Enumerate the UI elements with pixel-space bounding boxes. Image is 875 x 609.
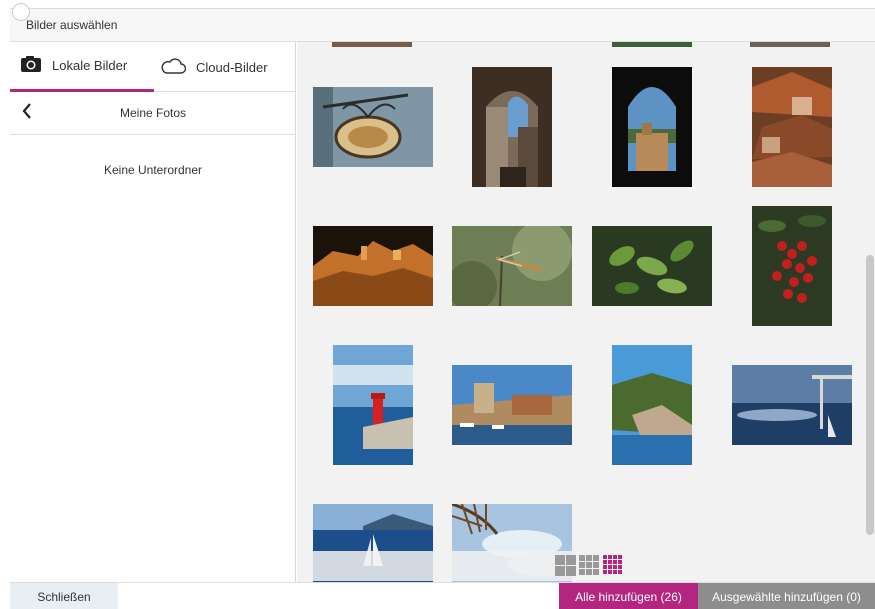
folder-title: Meine Fotos [119, 106, 187, 120]
dialog-footer: Schließen Alle hinzufügen (26) Ausgewähl… [10, 582, 875, 609]
add-all-button[interactable]: Alle hinzufügen (26) [559, 583, 698, 609]
empty-subfolders-message: Keine Unterordner [103, 163, 203, 177]
title-bar: Bilder auswählen [10, 3, 875, 42]
close-button[interactable]: Schließen [10, 583, 118, 609]
photo-thumbnail[interactable] [313, 226, 433, 306]
sidebar: Lokale Bilder Cloud-Bilder Meine Fotos K… [10, 42, 296, 582]
photo-thumbnail[interactable] [333, 345, 413, 465]
tab-local-label: Lokale Bilder [52, 58, 128, 73]
photo-thumbnail[interactable] [612, 345, 692, 465]
tab-local-images[interactable]: Lokale Bilder [10, 42, 154, 92]
photo-thumbnail[interactable] [452, 226, 572, 306]
small-grid-icon [603, 555, 624, 580]
gallery-scrollbar[interactable] [866, 255, 874, 535]
photo-thumbnail[interactable] [592, 226, 712, 306]
photo-thumbnail[interactable] [752, 67, 832, 187]
view-large-grid-button[interactable] [555, 555, 576, 576]
folder-navigation: Meine Fotos [10, 92, 296, 135]
photo-thumbnail[interactable] [313, 87, 433, 167]
view-size-toggle [297, 551, 875, 581]
add-selected-button[interactable]: Ausgewählte hinzufügen (0) [698, 583, 875, 609]
large-grid-icon [555, 555, 576, 580]
view-medium-grid-button[interactable] [579, 555, 600, 576]
tab-cloud-images[interactable]: Cloud-Bilder [160, 42, 296, 92]
source-tabs: Lokale Bilder Cloud-Bilder [10, 42, 296, 92]
photo-thumbnail[interactable] [332, 42, 412, 47]
photo-thumbnail[interactable] [732, 365, 852, 445]
medium-grid-icon [579, 555, 600, 580]
image-picker-dialog: Bilder auswählen Lokale Bilder Cloud-Bil… [0, 0, 875, 609]
photo-thumbnail[interactable] [750, 42, 830, 47]
view-small-grid-button[interactable] [603, 555, 624, 576]
dialog-title: Bilder auswählen [26, 18, 118, 32]
camera-icon [20, 55, 52, 76]
tab-cloud-label: Cloud-Bilder [196, 59, 268, 75]
photo-gallery [297, 42, 875, 582]
photo-thumbnail[interactable] [612, 42, 692, 47]
photo-thumbnail[interactable] [612, 67, 692, 187]
photo-thumbnail[interactable] [752, 206, 832, 326]
photo-thumbnail[interactable] [452, 365, 572, 445]
cloud-icon [160, 57, 196, 78]
photo-thumbnail[interactable] [472, 67, 552, 187]
